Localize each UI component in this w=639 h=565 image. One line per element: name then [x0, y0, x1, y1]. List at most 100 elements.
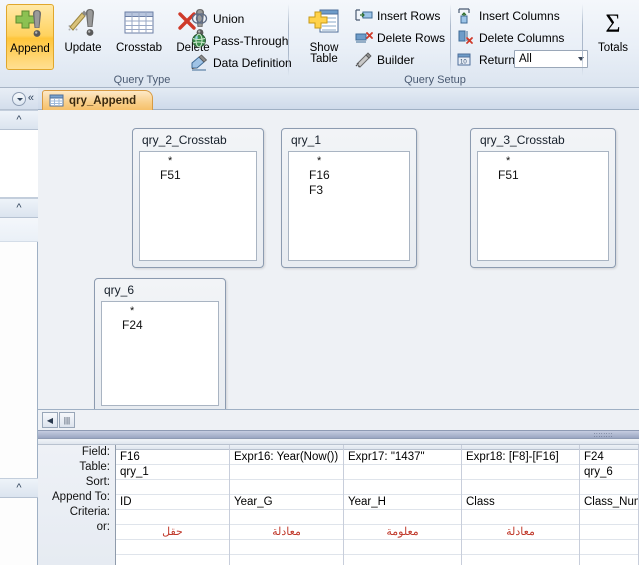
table-field-list[interactable]: * F51 [477, 151, 609, 261]
navigation-dropdown-icon[interactable] [11, 91, 26, 106]
nav-section-bar-1[interactable]: ^ [0, 110, 38, 130]
cell-sort[interactable] [116, 480, 229, 495]
cell-append-to[interactable]: Class [462, 495, 579, 510]
update-button[interactable]: Update [57, 4, 109, 70]
query-design-surface[interactable]: qry_2_Crosstab * F51 qry_1 * F16 F3 qry_… [38, 110, 639, 410]
cell-extra-2[interactable] [580, 555, 638, 565]
cell-field[interactable]: F16 [116, 450, 229, 465]
show-table-button[interactable]: Show Table [298, 4, 350, 70]
cell-sort[interactable] [580, 480, 638, 495]
cell-extra-1[interactable] [116, 540, 229, 555]
cell-extra-2[interactable] [344, 555, 461, 565]
field-item[interactable]: F51 [140, 168, 256, 183]
return-select[interactable]: All [514, 50, 588, 68]
return-icon: 10 [456, 51, 475, 68]
grid-column[interactable]: Expr16: Year(Now()) Year_G معادلة [230, 445, 344, 565]
cell-sort[interactable] [344, 480, 461, 495]
table-field-list[interactable]: * F16 F3 [288, 151, 410, 261]
cell-criteria[interactable] [580, 510, 638, 525]
field-item[interactable]: * [102, 304, 218, 318]
horizontal-scrollbar[interactable]: :::::::: [38, 430, 639, 439]
grid-column[interactable]: Expr18: [F8]-[F16] Class معادلة [462, 445, 580, 565]
grid-row-labels: Field: Table: Sort: Append To: Criteria:… [38, 445, 116, 565]
totals-button[interactable]: Σ Totals [589, 4, 637, 70]
table-box-title: qry_2_Crosstab [142, 133, 227, 147]
cell-extra-1[interactable] [462, 540, 579, 555]
cell-table[interactable]: qry_6 [580, 465, 638, 480]
crosstab-button[interactable]: Crosstab [110, 4, 168, 70]
data-definition-command[interactable]: Data Definition [190, 52, 292, 73]
grid-column[interactable]: F16 qry_1 ID حقل [116, 445, 230, 565]
cell-extra-1[interactable] [344, 540, 461, 555]
cell-field[interactable]: Expr17: "1437" [344, 450, 461, 465]
query-design-grid[interactable]: Field: Table: Sort: Append To: Criteria:… [38, 440, 639, 565]
scroll-grip-button[interactable]: ||| [59, 412, 75, 428]
table-box-qry-3-crosstab[interactable]: qry_3_Crosstab * F51 [470, 128, 616, 268]
append-button[interactable]: Append [6, 4, 54, 70]
cell-append-to[interactable]: Class_Num [580, 495, 638, 510]
delete-columns-label: Delete Columns [479, 30, 565, 45]
query-icon [49, 94, 64, 107]
cell-sort[interactable] [230, 480, 343, 495]
append-icon [13, 8, 47, 42]
cell-field[interactable]: Expr18: [F8]-[F16] [462, 450, 579, 465]
return-command[interactable]: 10 Return: [456, 49, 518, 70]
cell-table[interactable]: qry_1 [116, 465, 229, 480]
table-field-list[interactable]: * F51 [139, 151, 257, 261]
cell-extra-2[interactable] [230, 555, 343, 565]
cell-field[interactable]: F24 [580, 450, 638, 465]
cell-field[interactable]: Expr16: Year(Now()) [230, 450, 343, 465]
cell-table[interactable] [462, 465, 579, 480]
table-field-list[interactable]: * F24 [101, 301, 219, 406]
cell-append-to[interactable]: ID [116, 495, 229, 510]
cell-criteria[interactable] [116, 510, 229, 525]
cell-table[interactable] [344, 465, 461, 480]
delete-rows-command[interactable]: Delete Rows [354, 27, 445, 48]
table-box-qry-6[interactable]: qry_6 * F24 [94, 278, 226, 409]
cell-or[interactable] [580, 525, 638, 540]
field-item[interactable]: * [289, 154, 409, 168]
grid-column[interactable]: Expr17: "1437" Year_H معلومة [344, 445, 462, 565]
cell-or[interactable]: معادلة [462, 525, 579, 540]
cell-extra-2[interactable] [116, 555, 229, 565]
cell-append-to[interactable]: Year_H [344, 495, 461, 510]
cell-or[interactable]: معلومة [344, 525, 461, 540]
field-item[interactable]: F16 [289, 168, 409, 183]
delete-columns-command[interactable]: Delete Columns [456, 27, 564, 48]
tab-label: qry_Append [69, 94, 137, 107]
table-box-qry-2-crosstab[interactable]: qry_2_Crosstab * F51 [132, 128, 264, 268]
tab-qry-append[interactable]: qry_Append [42, 90, 154, 110]
cell-extra-2[interactable] [462, 555, 579, 565]
cell-extra-1[interactable] [230, 540, 343, 555]
table-box-qry-1[interactable]: qry_1 * F16 F3 [281, 128, 417, 268]
cell-criteria[interactable] [344, 510, 461, 525]
field-item[interactable]: F51 [478, 168, 608, 183]
row-label-criteria: Criteria: [69, 506, 110, 518]
sigma-icon: Σ [596, 7, 630, 41]
navigation-pane-header[interactable]: « [0, 88, 38, 110]
cell-sort[interactable] [462, 480, 579, 495]
cell-extra-1[interactable] [580, 540, 638, 555]
pass-through-command[interactable]: Pass-Through [190, 30, 288, 51]
cell-or[interactable]: حقل [116, 525, 229, 540]
scroll-left-button[interactable]: ◀ [42, 412, 58, 428]
field-item[interactable]: F24 [102, 318, 218, 333]
insert-rows-command[interactable]: Insert Rows [354, 5, 440, 26]
scrollbar-grip-icon: :::::::: [593, 432, 613, 439]
field-item[interactable]: F3 [289, 183, 409, 198]
cell-or[interactable]: معادلة [230, 525, 343, 540]
cell-criteria[interactable] [230, 510, 343, 525]
field-item[interactable]: * [140, 154, 256, 168]
globe-icon [190, 32, 209, 49]
cell-append-to[interactable]: Year_G [230, 495, 343, 510]
cell-criteria[interactable] [462, 510, 579, 525]
insert-columns-command[interactable]: Insert Columns [456, 5, 560, 26]
field-item[interactable]: * [478, 154, 608, 168]
nav-section-bar-3[interactable]: ^ [0, 478, 38, 498]
builder-command[interactable]: Builder [354, 49, 414, 70]
cell-table[interactable] [230, 465, 343, 480]
nav-section-bar-2[interactable]: ^ [0, 198, 38, 218]
collapse-pane-icon[interactable]: « [28, 93, 34, 104]
union-command[interactable]: Union [190, 8, 244, 29]
grid-column[interactable]: F24 qry_6 Class_Num [580, 445, 639, 565]
